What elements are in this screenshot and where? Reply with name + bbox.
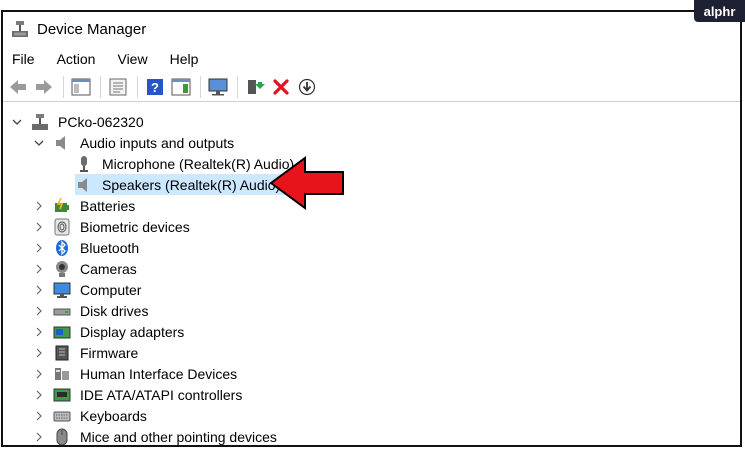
toolbar-separator	[63, 75, 64, 98]
chevron-right-icon[interactable]	[33, 263, 45, 275]
tree-category-label: Cameras	[80, 260, 137, 277]
tree-category[interactable]: Disk drives	[33, 300, 151, 321]
chevron-right-icon[interactable]	[33, 326, 45, 338]
tree-category-label: Computer	[80, 281, 142, 298]
chevron-right-icon[interactable]	[33, 200, 45, 212]
tree-root[interactable]: PCko-062320	[11, 111, 147, 132]
uninstall-icon[interactable]	[270, 76, 292, 98]
menu-view[interactable]: View	[116, 49, 148, 69]
svg-text:?: ?	[151, 80, 159, 95]
tree-category[interactable]: Cameras	[33, 258, 140, 279]
tree-category-label: Display adapters	[80, 323, 185, 340]
speaker-icon	[75, 176, 93, 194]
title-bar: Device Manager	[3, 12, 740, 46]
hid-icon	[53, 365, 71, 383]
show-hide-tree-icon[interactable]	[70, 76, 92, 98]
scan-hardware-icon[interactable]	[207, 76, 229, 98]
fingerprint-icon	[53, 218, 71, 236]
bluetooth-icon	[53, 239, 71, 257]
update-driver-icon[interactable]	[244, 76, 266, 98]
monitor-icon	[53, 281, 71, 299]
tree-category-label: IDE ATA/ATAPI controllers	[80, 386, 243, 403]
back-icon[interactable]	[7, 76, 29, 98]
computer-root-icon	[31, 113, 49, 131]
toolbar: ?	[3, 72, 740, 102]
chevron-right-icon[interactable]	[33, 431, 45, 443]
chevron-right-icon[interactable]	[33, 305, 45, 317]
tree-category[interactable]: Mice and other pointing devices	[33, 426, 280, 445]
window-title: Device Manager	[37, 20, 147, 38]
toolbar-separator	[100, 75, 101, 98]
tree-category[interactable]: Firmware	[33, 342, 141, 363]
tree-root-label: PCko-062320	[58, 113, 144, 130]
camera-icon	[53, 260, 71, 278]
mouse-icon	[53, 428, 71, 445]
ide-controller-icon	[53, 386, 71, 404]
device-manager-window: Device Manager File Action View Help ? P…	[1, 10, 742, 447]
chevron-right-icon[interactable]	[33, 242, 45, 254]
tree-category-label: Batteries	[80, 197, 136, 214]
tree-device-microphone[interactable]: Microphone (Realtek(R) Audio)	[75, 153, 297, 174]
tree-category[interactable]: Bluetooth	[33, 237, 142, 258]
chevron-down-icon[interactable]	[11, 116, 23, 128]
menu-bar: File Action View Help	[3, 46, 740, 72]
tree-category-label: Mice and other pointing devices	[80, 428, 277, 445]
disable-device-icon[interactable]	[296, 76, 318, 98]
toolbar-separator	[137, 75, 138, 98]
chevron-right-icon[interactable]	[33, 284, 45, 296]
keyboard-icon	[53, 407, 71, 425]
toolbar-separator	[237, 75, 238, 98]
tree-category-label: Bluetooth	[80, 239, 140, 256]
tree-category[interactable]: Human Interface Devices	[33, 363, 240, 384]
display-adapter-icon	[53, 323, 71, 341]
tree-category-label: Biometric devices	[80, 218, 190, 235]
tree-category[interactable]: Batteries	[33, 195, 138, 216]
chevron-down-icon[interactable]	[33, 137, 45, 149]
menu-help[interactable]: Help	[169, 49, 200, 69]
tree-category[interactable]: Keyboards	[33, 405, 150, 426]
disk-drive-icon	[53, 302, 71, 320]
tree-category[interactable]: Display adapters	[33, 321, 187, 342]
chevron-right-icon[interactable]	[33, 221, 45, 233]
red-arrow-annotation	[269, 156, 344, 210]
tree-device-label: Speakers (Realtek(R) Audio)	[102, 176, 281, 193]
microphone-icon	[75, 155, 93, 173]
alphr-logo: alphr	[694, 0, 745, 22]
action-pane-icon[interactable]	[170, 76, 192, 98]
menu-action[interactable]: Action	[56, 49, 97, 69]
tree-device-speakers[interactable]: Speakers (Realtek(R) Audio)	[75, 174, 287, 195]
speaker-icon	[53, 134, 71, 152]
tree-category[interactable]: Computer	[33, 279, 144, 300]
tree-category-audio[interactable]: Audio inputs and outputs	[33, 132, 237, 153]
tree-category-label: Firmware	[80, 344, 139, 361]
device-manager-icon	[12, 21, 28, 37]
help-icon[interactable]: ?	[144, 76, 166, 98]
forward-icon[interactable]	[33, 76, 55, 98]
tree-category[interactable]: Biometric devices	[33, 216, 193, 237]
battery-icon	[53, 197, 71, 215]
toolbar-separator	[200, 75, 201, 98]
device-tree: PCko-062320 Audio inputs and outputs Mic…	[3, 111, 740, 445]
firmware-icon	[53, 344, 71, 362]
properties-icon[interactable]	[107, 76, 129, 98]
chevron-right-icon[interactable]	[33, 389, 45, 401]
tree-category-label: Human Interface Devices	[80, 365, 238, 382]
chevron-right-icon[interactable]	[33, 347, 45, 359]
tree-category-label: Disk drives	[80, 302, 149, 319]
tree-category-label: Keyboards	[80, 407, 147, 424]
tree-category[interactable]: IDE ATA/ATAPI controllers	[33, 384, 245, 405]
menu-file[interactable]: File	[11, 49, 36, 69]
tree-category-label: Audio inputs and outputs	[80, 134, 235, 151]
chevron-right-icon[interactable]	[33, 368, 45, 380]
chevron-right-icon[interactable]	[33, 410, 45, 422]
